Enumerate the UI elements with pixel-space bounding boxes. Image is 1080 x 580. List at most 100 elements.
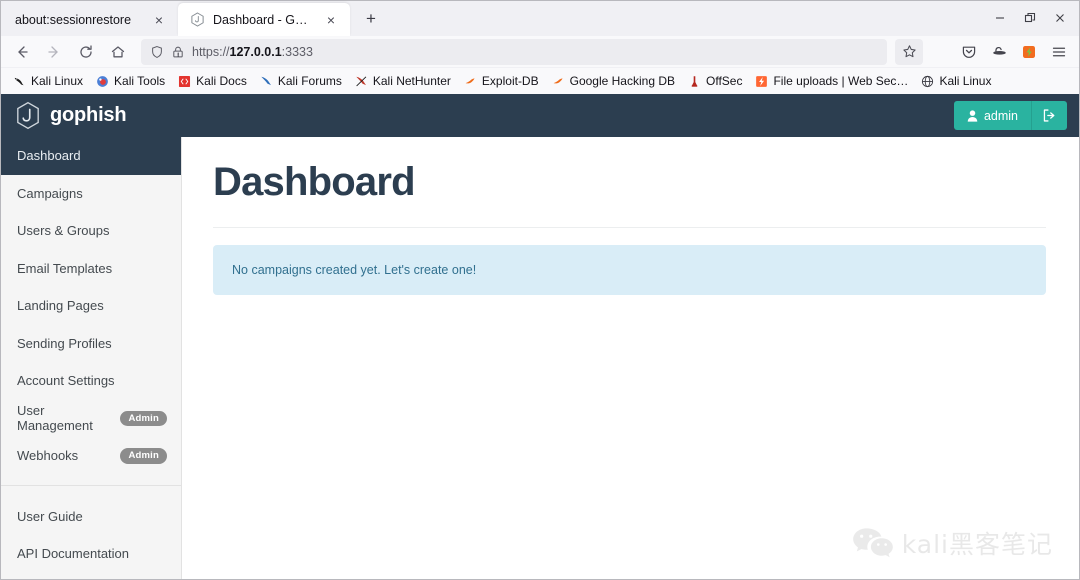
- logout-button[interactable]: [1031, 101, 1067, 130]
- sidebar: Dashboard Campaigns Users & Groups Email…: [1, 137, 182, 579]
- kali-tools-icon: [96, 75, 109, 88]
- window-controls: [985, 5, 1075, 31]
- status-badge: Admin: [120, 410, 167, 426]
- main-content: Dashboard No campaigns created yet. Let'…: [182, 137, 1079, 579]
- sidebar-item-label: Webhooks: [17, 448, 79, 464]
- kali-nethunter-icon: [355, 75, 368, 88]
- portswigger-icon: [755, 75, 768, 88]
- url-scheme: https://: [192, 44, 230, 59]
- tab-close-icon[interactable]: ×: [322, 11, 340, 29]
- url-bar[interactable]: https://127.0.0.1:3333: [141, 38, 887, 65]
- title-divider: [213, 227, 1046, 228]
- gophish-hexagon-icon: [190, 12, 205, 27]
- user-menu-button[interactable]: admin: [953, 101, 1031, 130]
- sidebar-item-dashboard[interactable]: Dashboard: [1, 137, 181, 175]
- url-port: :3333: [281, 44, 313, 59]
- bookmark-label: Kali Linux: [31, 74, 84, 88]
- bookmark-exploit-db[interactable]: Exploit-DB: [458, 72, 545, 90]
- bookmark-label: File uploads | Web Sec…: [773, 74, 909, 88]
- alert-text: No campaigns created yet. Let's create o…: [232, 263, 477, 277]
- sidebar-item-webhooks[interactable]: Webhooks Admin: [1, 437, 181, 475]
- bookmark-label: Kali NetHunter: [372, 74, 451, 88]
- hamburger-menu-icon[interactable]: [1045, 39, 1073, 65]
- sidebar-item-label: Users & Groups: [17, 223, 110, 239]
- bookmark-offsec[interactable]: OffSec: [682, 72, 748, 90]
- bookmark-kali-nethunter[interactable]: Kali NetHunter: [349, 72, 457, 90]
- tab-strip: about:sessionrestore × Dashboard - Gophi…: [1, 1, 1079, 36]
- sidebar-item-sending-profiles[interactable]: Sending Profiles: [1, 325, 181, 363]
- bookmark-kali-forums[interactable]: Kali Forums: [254, 72, 348, 90]
- tab-close-icon[interactable]: ×: [150, 11, 168, 29]
- user-area: admin: [953, 101, 1067, 130]
- sidebar-item-label: Landing Pages: [17, 298, 104, 314]
- sidebar-item-account-settings[interactable]: Account Settings: [1, 362, 181, 400]
- watermark: kali黑客笔记: [851, 525, 1053, 561]
- browser-window: about:sessionrestore × Dashboard - Gophi…: [0, 0, 1080, 580]
- bookmark-kali-tools[interactable]: Kali Tools: [90, 72, 171, 90]
- bookmark-kali-linux-globe[interactable]: Kali Linux: [915, 72, 997, 90]
- sidebar-item-label: API Documentation: [17, 546, 130, 562]
- browser-tab-dashboard-gophish[interactable]: Dashboard - Gophish ×: [178, 3, 350, 36]
- sidebar-item-campaigns[interactable]: Campaigns: [1, 175, 181, 213]
- user-icon: [967, 109, 978, 122]
- restore-icon[interactable]: [1015, 5, 1045, 31]
- hat-icon[interactable]: [985, 39, 1013, 65]
- home-icon[interactable]: [103, 38, 133, 66]
- navigation-toolbar: https://127.0.0.1:3333: [1, 36, 1079, 68]
- url-host: 127.0.0.1: [229, 44, 282, 59]
- toolbar-icons: [955, 39, 1073, 65]
- sidebar-item-email-templates[interactable]: Email Templates: [1, 250, 181, 288]
- url-text: https://127.0.0.1:3333: [192, 45, 313, 59]
- minimize-icon[interactable]: [985, 5, 1015, 31]
- sidebar-item-label: Dashboard: [17, 148, 81, 164]
- bookmark-label: Kali Forums: [277, 74, 342, 88]
- sidebar-divider: [1, 484, 181, 486]
- brand[interactable]: gophish: [15, 101, 127, 130]
- user-name: admin: [983, 108, 1018, 123]
- star-icon[interactable]: [895, 38, 923, 65]
- lock-warning-icon[interactable]: [171, 45, 185, 59]
- ghdb-icon: [552, 75, 565, 88]
- kali-docs-icon: [178, 75, 191, 88]
- sidebar-item-label: Campaigns: [17, 185, 83, 201]
- bookmark-label: Kali Docs: [196, 74, 247, 88]
- bookmark-file-uploads-web-sec[interactable]: File uploads | Web Sec…: [749, 72, 914, 90]
- wechat-icon: [851, 526, 895, 560]
- pocket-icon[interactable]: [955, 39, 983, 65]
- new-tab-button[interactable]: +: [356, 4, 386, 34]
- browser-tab-sessionrestore[interactable]: about:sessionrestore ×: [3, 3, 178, 36]
- reload-icon[interactable]: [71, 38, 101, 66]
- sidebar-item-users-and-groups[interactable]: Users & Groups: [1, 212, 181, 250]
- bookmark-kali-docs[interactable]: Kali Docs: [172, 72, 253, 90]
- bookmark-label: Kali Tools: [114, 74, 166, 88]
- bookmark-label: Google Hacking DB: [569, 74, 675, 88]
- kali-forums-icon: [260, 75, 273, 88]
- kali-dragon-icon: [13, 75, 26, 88]
- sidebar-item-label: Account Settings: [17, 373, 115, 389]
- bookmark-label: OffSec: [706, 74, 743, 88]
- bookmark-google-hacking-db[interactable]: Google Hacking DB: [546, 72, 681, 90]
- status-badge: Admin: [120, 448, 167, 464]
- sidebar-item-label: User Guide: [17, 508, 83, 524]
- brand-name: gophish: [50, 104, 127, 126]
- back-arrow-icon[interactable]: [7, 38, 37, 66]
- bookmark-label: Exploit-DB: [481, 74, 539, 88]
- globe-icon: [921, 75, 934, 88]
- sign-out-icon: [1042, 108, 1057, 123]
- offsec-icon: [688, 75, 701, 88]
- no-campaigns-alert: No campaigns created yet. Let's create o…: [213, 245, 1046, 295]
- close-icon[interactable]: [1045, 5, 1075, 31]
- app-body: Dashboard Campaigns Users & Groups Email…: [1, 137, 1079, 579]
- gophish-top-navbar: gophish admin: [1, 94, 1079, 137]
- extension-icon[interactable]: [1015, 39, 1043, 65]
- sidebar-item-api-documentation[interactable]: API Documentation: [1, 535, 181, 573]
- bookmark-kali-linux[interactable]: Kali Linux: [7, 72, 89, 90]
- page-title: Dashboard: [213, 160, 416, 204]
- forward-arrow-icon[interactable]: [39, 38, 69, 66]
- sidebar-item-label: Sending Profiles: [17, 335, 112, 351]
- sidebar-item-user-guide[interactable]: User Guide: [1, 498, 181, 536]
- sidebar-item-user-management[interactable]: User Management Admin: [1, 400, 181, 438]
- sidebar-item-landing-pages[interactable]: Landing Pages: [1, 287, 181, 325]
- watermark-text: kali黑客笔记: [901, 530, 1053, 559]
- shield-icon[interactable]: [150, 45, 164, 59]
